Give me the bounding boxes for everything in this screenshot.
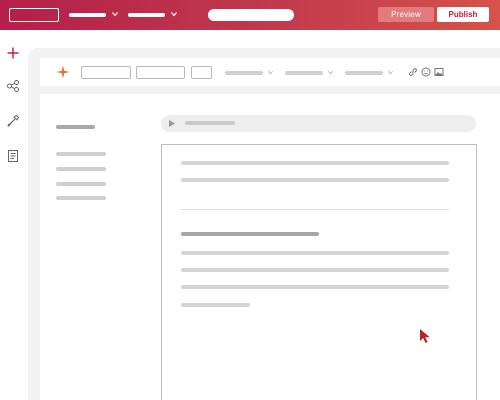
site-title-box[interactable] xyxy=(9,8,59,22)
section-heading xyxy=(181,232,319,236)
toolbar-field-1[interactable] xyxy=(81,66,131,79)
nav-menu-2[interactable] xyxy=(128,12,178,18)
chevron-down-icon xyxy=(112,12,118,17)
outline-item[interactable] xyxy=(56,167,106,171)
section-divider xyxy=(181,209,449,210)
toolbar-dropdown-2[interactable] xyxy=(285,69,334,76)
share-nodes-icon[interactable] xyxy=(6,79,20,93)
audio-progress-track[interactable] xyxy=(185,121,235,125)
outline-heading[interactable] xyxy=(56,125,95,129)
text-line xyxy=(181,268,449,272)
outline-item[interactable] xyxy=(56,196,106,200)
add-icon[interactable] xyxy=(6,46,20,60)
publish-button[interactable]: Publish xyxy=(437,7,489,22)
text-line xyxy=(181,303,250,307)
preview-button[interactable]: Preview xyxy=(378,7,434,22)
chevron-down-icon xyxy=(267,70,274,75)
link-icon[interactable] xyxy=(408,67,418,77)
emoji-icon[interactable] xyxy=(421,67,431,77)
chevron-down-icon xyxy=(387,70,394,75)
text-line xyxy=(181,161,449,165)
chevron-down-icon xyxy=(327,70,334,75)
toolbar-dropdown-3-label xyxy=(345,70,383,75)
image-icon[interactable] xyxy=(434,67,444,77)
text-line xyxy=(181,285,449,289)
sparkle-icon[interactable] xyxy=(56,65,70,79)
toolbar-dropdown-1[interactable] xyxy=(225,69,274,76)
text-line xyxy=(181,178,449,182)
toolbar-dropdown-2-label xyxy=(285,70,323,75)
document-icon[interactable] xyxy=(6,149,20,163)
text-line xyxy=(181,251,449,255)
search-input[interactable] xyxy=(208,9,294,21)
nav-menu-1-label xyxy=(69,13,106,17)
nav-menu-1[interactable] xyxy=(69,12,119,18)
nav-menu-2-label xyxy=(128,13,165,17)
chevron-down-icon xyxy=(171,12,177,17)
top-bar: Preview Publish xyxy=(0,0,500,30)
toolbar-field-3[interactable] xyxy=(191,66,212,79)
toolbar-dropdown-1-label xyxy=(225,70,263,75)
document-page[interactable] xyxy=(161,144,477,400)
toolbar-field-2[interactable] xyxy=(136,66,185,79)
outline-item[interactable] xyxy=(56,152,106,156)
toolbar-dropdown-3[interactable] xyxy=(345,69,394,76)
play-icon[interactable] xyxy=(168,119,176,128)
brush-icon[interactable] xyxy=(6,114,20,128)
outline-item[interactable] xyxy=(56,182,106,186)
mouse-pointer-icon xyxy=(420,329,430,343)
